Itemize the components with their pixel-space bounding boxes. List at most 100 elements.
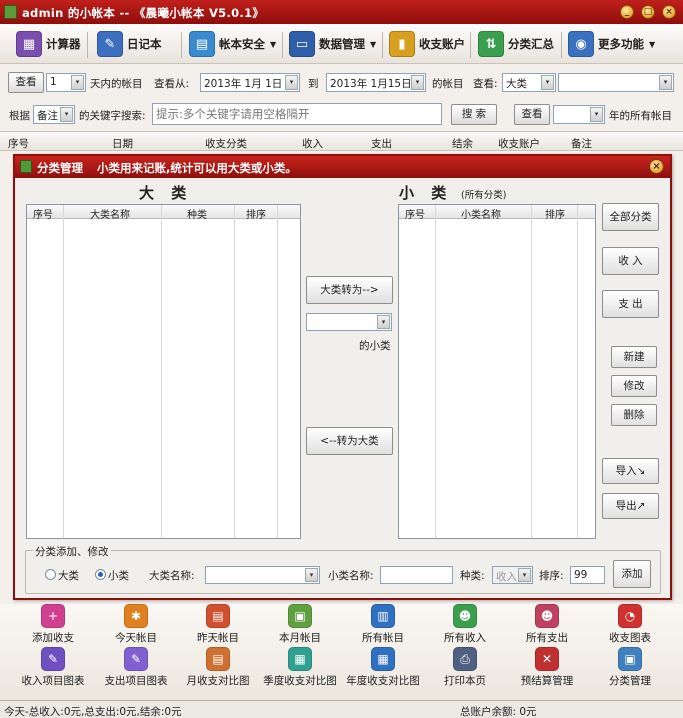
toolbar-divider (382, 32, 383, 58)
minimize-button[interactable]: _ (620, 5, 634, 19)
accounts-label: 收支账户 (419, 37, 465, 51)
edit-category-button[interactable]: 修改 (611, 375, 657, 397)
window-title: admin 的小帐本 -- 《晨曦小帐本 V5.0.1》 (22, 6, 265, 20)
days-select[interactable]: 1 ▾ (46, 73, 86, 92)
today-summary: 今天-总收入:0元,总支出:0元,结余:0元 (4, 706, 182, 718)
grid-line (234, 205, 235, 538)
column-header[interactable]: 种类 (187, 206, 207, 221)
dialog-close-button[interactable]: × (649, 159, 664, 174)
ledger-security-menu[interactable]: ▤ 帐本安全 ▼ (189, 28, 276, 60)
column-header[interactable]: 收入 (302, 136, 323, 151)
expense-categories-button[interactable]: 支 出 (602, 290, 659, 318)
small-category-title: 小 类 (399, 184, 453, 202)
category-summary-label: 分类汇总 (508, 37, 554, 51)
from-date-picker[interactable]: 2013年 1月 1日 ▾ (200, 73, 300, 92)
diary-button[interactable]: ✎ 日记本 (97, 28, 162, 60)
column-header[interactable]: 收支账户 (498, 136, 540, 151)
new-category-button[interactable]: 新建 (611, 346, 657, 368)
big-category-radio[interactable] (45, 569, 56, 580)
accounts-button[interactable]: ▮ 收支账户 (389, 28, 465, 60)
delete-category-button[interactable]: 删除 (611, 404, 657, 426)
shortcut-label: 添加收支 (32, 632, 74, 644)
calculator-button[interactable]: ▦ 计算器 (16, 28, 81, 60)
category-level-select[interactable]: 大类 ▾ (502, 73, 556, 92)
small-category-radio[interactable] (95, 569, 106, 580)
order-input[interactable]: 99 (570, 566, 605, 584)
records-grid-header: 序号 日期 收支分类 收入 支出 结余 收支账户 备注 (0, 131, 683, 151)
all-categories-button[interactable]: 全部分类 (602, 203, 659, 231)
column-header[interactable]: 排序 (246, 206, 266, 221)
main-toolbar: ▦ 计算器 ✎ 日记本 ▤ 帐本安全 ▼ ▭ 数据管理 ▼ ▮ 收支账户 ⇅ 分… (0, 24, 683, 64)
chevron-down-icon: ▾ (518, 568, 531, 582)
view-year-button[interactable]: 查看 (514, 104, 550, 125)
all-records-icon: ▥ (371, 604, 395, 628)
export-button[interactable]: 导出↗ (602, 493, 659, 519)
column-header[interactable]: 序号 (8, 136, 29, 151)
big-category-title: 大 类 (139, 184, 193, 202)
shortcut-expense-chart[interactable]: ✎ 支出项目图表 (95, 647, 177, 693)
more-features-menu[interactable]: ◉ 更多功能 ▼ (568, 28, 655, 60)
all-expense-icon: ☻ (535, 604, 559, 628)
column-header[interactable]: 序号 (405, 206, 425, 221)
big-name-select[interactable]: ▾ (205, 566, 320, 584)
keyword-search-input[interactable]: 提示:多个关键字请用空格隔开 (152, 103, 442, 125)
column-header[interactable]: 大类名称 (90, 206, 130, 221)
shortcut-all-records[interactable]: ▥ 所有帐目 (342, 604, 424, 650)
small-category-table[interactable]: 序号 小类名称 排序 (398, 204, 596, 539)
year-select[interactable]: ▾ (553, 105, 605, 124)
to-label: 到 (308, 78, 319, 90)
big-category-table[interactable]: 序号 大类名称 种类 排序 (26, 204, 301, 539)
shortcut-budget[interactable]: ✕ 预结算管理 (506, 647, 588, 693)
column-header[interactable]: 日期 (112, 136, 133, 151)
import-button[interactable]: 导入↘ (602, 458, 659, 484)
small-name-input[interactable] (380, 566, 453, 584)
income-categories-button[interactable]: 收 入 (602, 247, 659, 275)
maximize-button[interactable]: □ (641, 5, 655, 19)
to-date-picker[interactable]: 2013年 1月15日 ▾ (326, 73, 426, 92)
target-big-category-select[interactable]: ▾ (306, 313, 392, 331)
shortcut-yearly-compare[interactable]: ▦ 年度收支对比图 (342, 647, 424, 693)
tools-icon: ✕ (535, 647, 559, 671)
data-management-menu[interactable]: ▭ 数据管理 ▼ (289, 28, 376, 60)
arrows-icon: ⇅ (478, 31, 504, 57)
shortcut-category-management[interactable]: ▣ 分类管理 (589, 647, 671, 693)
view-days-button[interactable]: 查看 (8, 72, 44, 93)
column-header[interactable]: 收支分类 (205, 136, 247, 151)
category-summary-button[interactable]: ⇅ 分类汇总 (478, 28, 554, 60)
shortcut-all-income[interactable]: ☻ 所有收入 (424, 604, 506, 650)
yesterday-icon: ▤ (206, 604, 230, 628)
add-category-button[interactable]: 添加 (613, 560, 651, 588)
toolbar-divider (470, 32, 471, 58)
to-date-value: 2013年 1月15日 (330, 78, 412, 90)
column-header[interactable]: 支出 (371, 136, 392, 151)
grid-line (277, 205, 278, 538)
kind-select[interactable]: 收入 ▾ (492, 566, 533, 584)
bar-chart-icon: ▮ (389, 31, 415, 57)
calculator-icon: ▦ (16, 31, 42, 57)
column-header[interactable]: 序号 (33, 206, 53, 221)
search-field-select[interactable]: 备注 ▾ (33, 105, 75, 124)
shortcut-print[interactable]: ⎙ 打印本页 (424, 647, 506, 693)
shortcut-month[interactable]: ▣ 本月帐目 (259, 604, 341, 650)
search-button[interactable]: 搜 索 (451, 104, 497, 125)
shortcut-add-record[interactable]: + 添加收支 (12, 604, 94, 650)
category-select[interactable]: ▾ (558, 73, 674, 92)
convert-to-small-button[interactable]: 大类转为--> (306, 276, 393, 304)
diary-label: 日记本 (127, 37, 162, 51)
column-header[interactable]: 排序 (545, 206, 565, 221)
shortcut-all-expense[interactable]: ☻ 所有支出 (506, 604, 588, 650)
shortcut-quarterly-compare[interactable]: ▦ 季度收支对比图 (259, 647, 341, 693)
convert-to-big-button[interactable]: <--转为大类 (306, 427, 393, 455)
shortcut-today[interactable]: ✱ 今天帐目 (95, 604, 177, 650)
shortcut-income-chart[interactable]: ✎ 收入项目图表 (12, 647, 94, 693)
table-header: 序号 小类名称 排序 (399, 205, 595, 221)
shortcut-monthly-compare[interactable]: ▤ 月收支对比图 (177, 647, 259, 693)
chevron-down-icon: ▾ (60, 107, 73, 122)
shortcut-charts[interactable]: ◔ 收支图表 (589, 604, 671, 650)
chevron-down-icon: ▾ (285, 75, 298, 90)
close-window-button[interactable]: × (662, 5, 676, 19)
column-header[interactable]: 小类名称 (461, 206, 501, 221)
shortcut-yesterday[interactable]: ▤ 昨天帐目 (177, 604, 259, 650)
column-header[interactable]: 备注 (571, 136, 592, 151)
column-header[interactable]: 结余 (452, 136, 473, 151)
